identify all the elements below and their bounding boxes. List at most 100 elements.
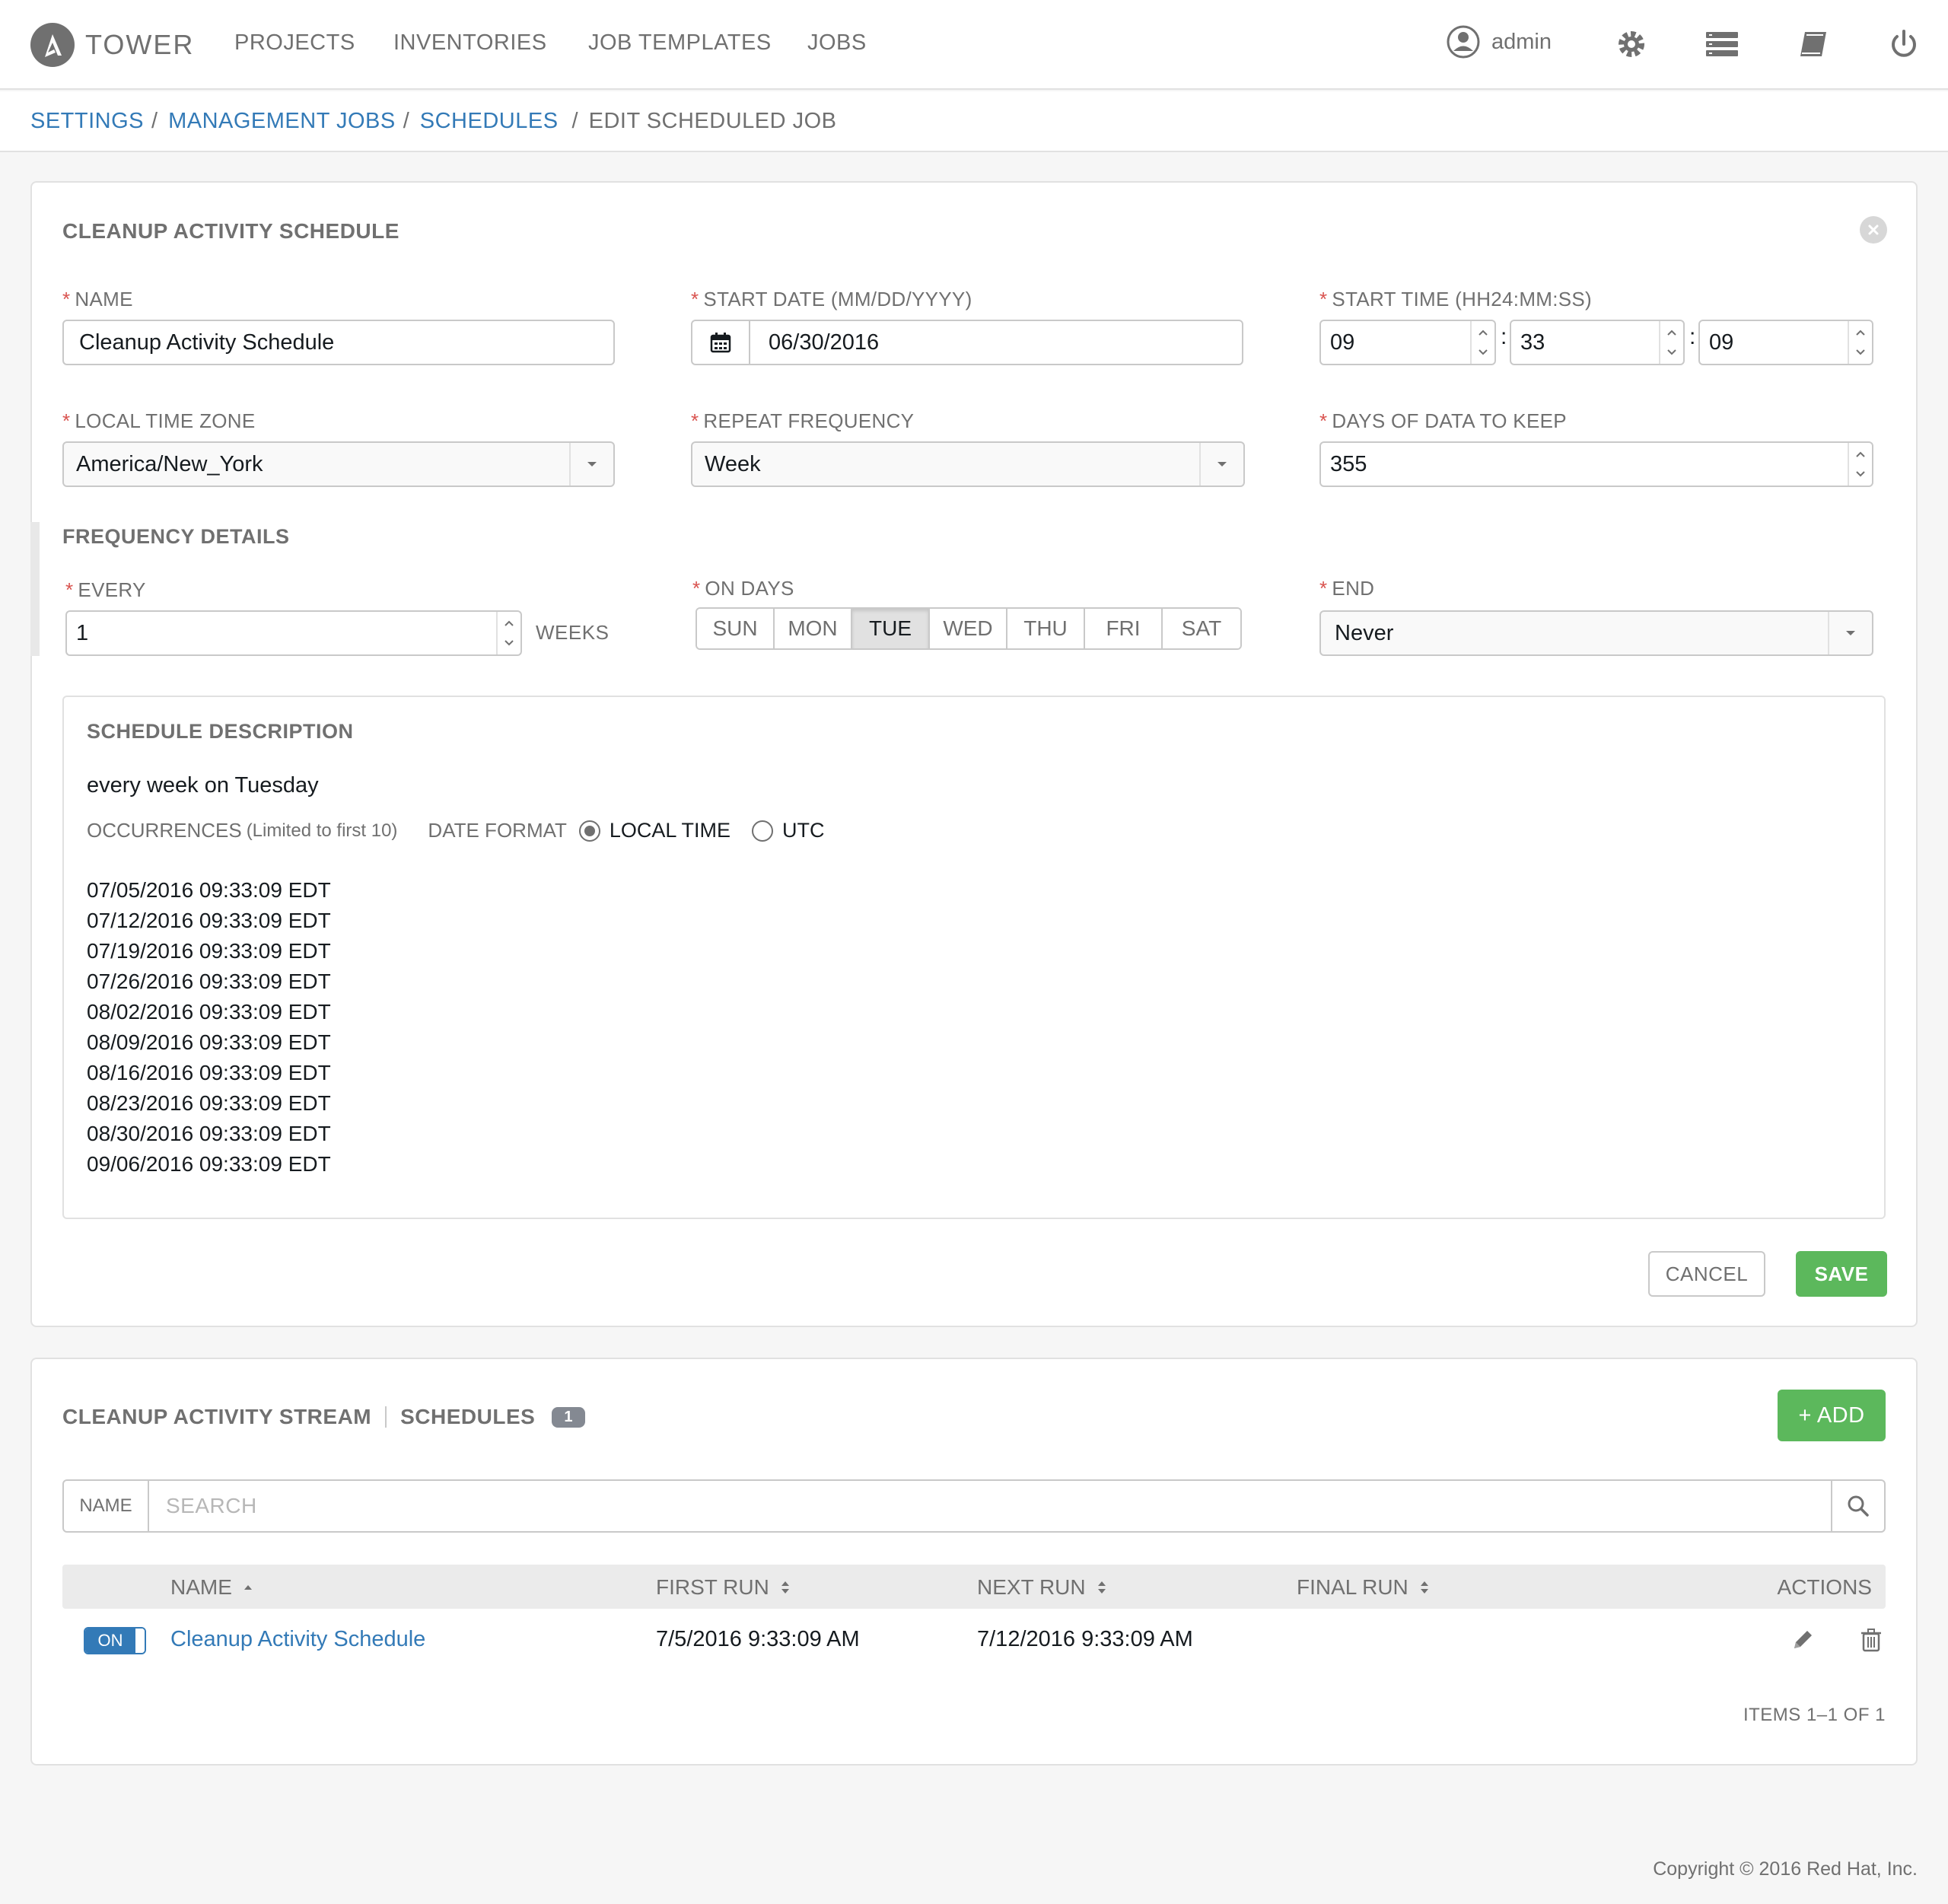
column-first-run[interactable]: FIRST RUN xyxy=(656,1575,791,1600)
tower-logo[interactable]: TOWER xyxy=(30,23,194,67)
sort-icon xyxy=(781,1581,789,1594)
on-days-label: * ON DAYS xyxy=(692,577,794,600)
repeat-frequency-select[interactable]: Week xyxy=(691,441,1245,487)
days-keep-spinner[interactable] xyxy=(1848,443,1872,486)
day-button-sat[interactable]: SAT xyxy=(1163,609,1240,648)
every-spinner[interactable] xyxy=(496,612,520,654)
start-minutes-input[interactable]: 33 xyxy=(1510,320,1685,365)
gear-icon[interactable] xyxy=(1615,27,1648,61)
day-button-thu[interactable]: THU xyxy=(1007,609,1085,648)
name-input-value: Cleanup Activity Schedule xyxy=(79,330,335,355)
start-hours-value: 09 xyxy=(1330,330,1355,355)
nav-inventories[interactable]: INVENTORIES xyxy=(393,30,547,56)
days-keep-input[interactable]: 355 xyxy=(1319,441,1873,487)
days-keep-label: * DAYS OF DATA TO KEEP xyxy=(1319,409,1567,432)
breadcrumb: SETTINGS / MANAGEMENT JOBS / SCHEDULES /… xyxy=(0,91,1948,152)
list-icon[interactable] xyxy=(1704,27,1740,61)
column-next-run[interactable]: NEXT RUN xyxy=(977,1575,1107,1600)
calendar-button[interactable] xyxy=(692,321,750,364)
column-actions: ACTIONS xyxy=(1777,1575,1872,1599)
on-days-button-group: SUN MON TUE WED THU FRI SAT xyxy=(695,607,1242,650)
power-icon[interactable] xyxy=(1887,27,1921,61)
occurrence-item: 07/19/2016 09:33:09 EDT xyxy=(87,939,331,963)
ansible-logo-icon xyxy=(30,23,75,67)
close-button[interactable] xyxy=(1860,216,1887,244)
edit-pencil-icon[interactable] xyxy=(1790,1627,1816,1653)
chevron-down-icon xyxy=(1479,349,1488,355)
minutes-spinner[interactable] xyxy=(1659,321,1683,364)
column-name[interactable]: NAME xyxy=(170,1575,253,1600)
hours-spinner[interactable] xyxy=(1470,321,1494,364)
schedules-list-panel: CLEANUP ACTIVITY STREAM SCHEDULES 1 + AD… xyxy=(30,1358,1918,1765)
nav-user[interactable]: admin xyxy=(1446,24,1552,59)
utc-label[interactable]: UTC xyxy=(782,819,825,842)
nav-projects[interactable]: PROJECTS xyxy=(234,30,355,56)
chevron-up-icon xyxy=(505,620,514,626)
schedule-description-box: SCHEDULE DESCRIPTION every week on Tuesd… xyxy=(62,696,1886,1219)
schedule-name-link[interactable]: Cleanup Activity Schedule xyxy=(170,1627,425,1652)
every-label: * EVERY xyxy=(65,578,146,601)
repeat-frequency-caret[interactable] xyxy=(1199,443,1243,486)
search-bar: NAME SEARCH xyxy=(62,1479,1886,1533)
form-title: CLEANUP ACTIVITY SCHEDULE xyxy=(62,219,399,243)
top-navbar: TOWER PROJECTS INVENTORIES JOB TEMPLATES… xyxy=(0,0,1948,90)
day-button-sun[interactable]: SUN xyxy=(697,609,775,648)
local-time-radio[interactable] xyxy=(578,820,600,842)
timezone-caret[interactable] xyxy=(569,443,613,486)
column-final-run[interactable]: FINAL RUN xyxy=(1297,1575,1430,1600)
delete-trash-icon[interactable] xyxy=(1858,1627,1884,1653)
chevron-down-icon xyxy=(1856,471,1865,477)
occurrence-item: 08/02/2016 09:33:09 EDT xyxy=(87,1000,331,1024)
name-input[interactable]: Cleanup Activity Schedule xyxy=(62,320,615,365)
occurrence-item: 09/06/2016 09:33:09 EDT xyxy=(87,1152,331,1176)
day-button-fri[interactable]: FRI xyxy=(1085,609,1163,648)
seconds-spinner[interactable] xyxy=(1848,321,1872,364)
every-input[interactable]: 1 xyxy=(65,610,522,656)
end-caret[interactable] xyxy=(1828,612,1872,654)
day-button-mon[interactable]: MON xyxy=(775,609,852,648)
schedule-enabled-toggle[interactable]: ON xyxy=(84,1627,146,1654)
list-subtitle: SCHEDULES xyxy=(400,1405,536,1428)
start-time-label: * START TIME (HH24:MM:SS) xyxy=(1319,288,1592,310)
utc-radio[interactable] xyxy=(751,820,773,842)
search-input[interactable]: SEARCH xyxy=(149,1481,1831,1531)
start-hours-input[interactable]: 09 xyxy=(1319,320,1496,365)
chevron-down-icon xyxy=(1856,349,1865,355)
add-schedule-button[interactable]: + ADD xyxy=(1778,1390,1886,1441)
end-select[interactable]: Never xyxy=(1319,610,1873,656)
breadcrumb-separator: / xyxy=(151,108,158,133)
day-button-tue[interactable]: TUE xyxy=(852,609,930,648)
local-time-label[interactable]: LOCAL TIME xyxy=(610,819,730,842)
caret-down-icon xyxy=(587,462,597,466)
schedule-description-text: every week on Tuesday xyxy=(87,773,319,798)
timezone-value: America/New_York xyxy=(76,451,263,476)
list-title-divider xyxy=(385,1406,387,1428)
occurrence-item: 07/26/2016 09:33:09 EDT xyxy=(87,970,331,993)
breadcrumb-schedules[interactable]: SCHEDULES xyxy=(420,109,559,134)
day-button-wed[interactable]: WED xyxy=(930,609,1007,648)
close-icon xyxy=(1868,224,1879,235)
start-seconds-input[interactable]: 09 xyxy=(1698,320,1873,365)
search-button[interactable] xyxy=(1831,1481,1884,1531)
breadcrumb-current: EDIT SCHEDULED JOB xyxy=(588,108,837,133)
breadcrumb-settings[interactable]: SETTINGS xyxy=(30,109,144,134)
breadcrumb-separator: / xyxy=(403,108,409,133)
table-header: NAME FIRST RUN NEXT RUN FINAL RUN ACTION… xyxy=(62,1565,1886,1609)
timezone-select[interactable]: America/New_York xyxy=(62,441,615,487)
every-value: 1 xyxy=(76,620,89,645)
chevron-up-icon xyxy=(1479,330,1488,336)
end-label: * END xyxy=(1319,577,1375,600)
cancel-button[interactable]: CANCEL xyxy=(1648,1251,1765,1297)
nav-job-templates[interactable]: JOB TEMPLATES xyxy=(588,30,772,56)
days-keep-value: 355 xyxy=(1330,451,1367,476)
start-date-input[interactable]: 06/30/2016 xyxy=(691,320,1243,365)
book-icon[interactable] xyxy=(1797,27,1831,61)
items-count: ITEMS 1–1 OF 1 xyxy=(1743,1705,1886,1725)
nav-jobs[interactable]: JOBS xyxy=(807,30,867,56)
occurrence-item: 07/12/2016 09:33:09 EDT xyxy=(87,909,331,932)
save-button[interactable]: SAVE xyxy=(1796,1251,1887,1297)
time-colon: : xyxy=(1689,324,1696,349)
footer-copyright: Copyright © 2016 Red Hat, Inc. xyxy=(1653,1858,1918,1880)
breadcrumb-management-jobs[interactable]: MANAGEMENT JOBS xyxy=(168,109,396,134)
search-key-label[interactable]: NAME xyxy=(64,1481,149,1531)
